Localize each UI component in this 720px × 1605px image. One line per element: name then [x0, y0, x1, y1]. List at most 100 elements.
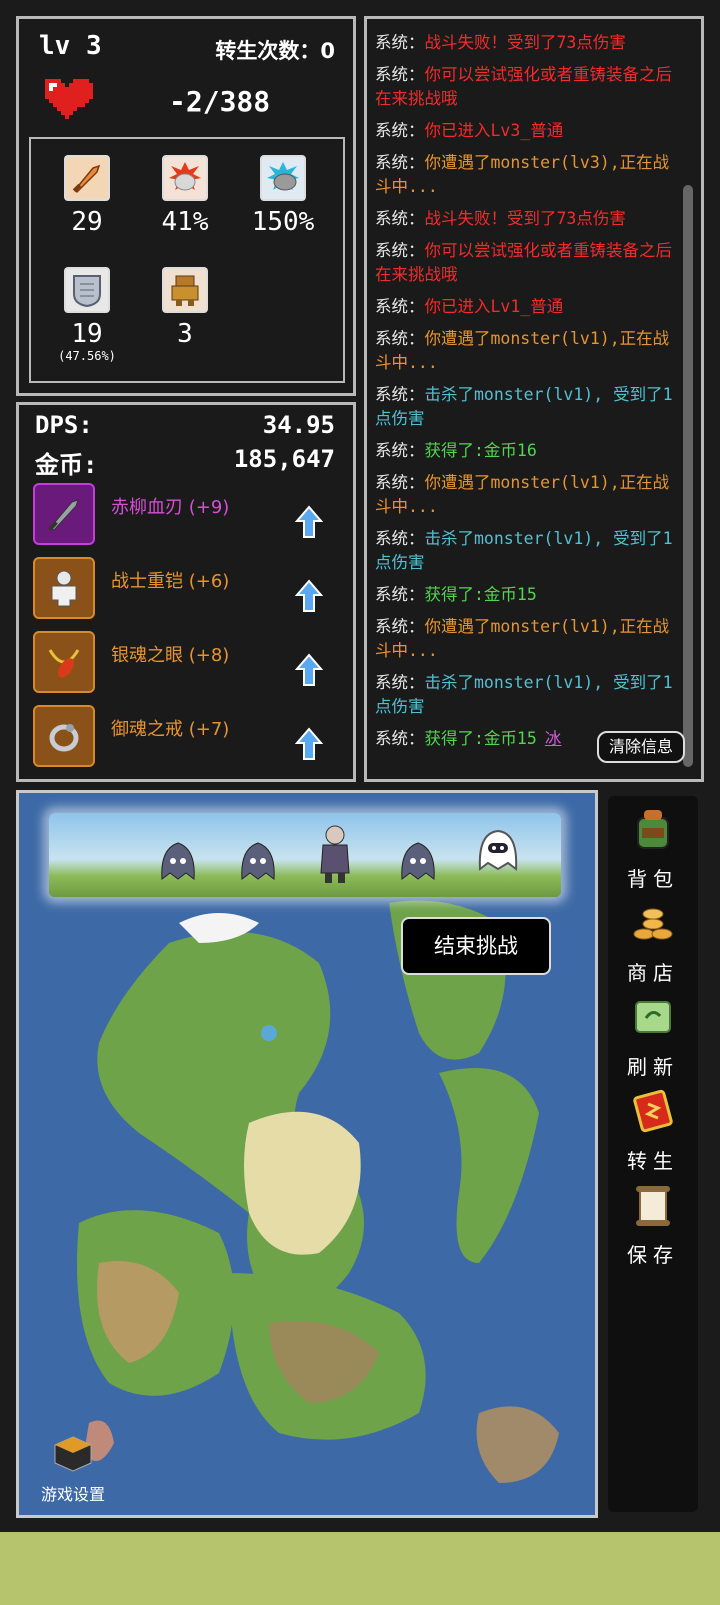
log-entry: 系统：获得了:金币16	[375, 439, 675, 463]
equip-name: 战士重铠 (+6)	[111, 571, 230, 592]
crit-damage-value: 150%	[251, 207, 315, 237]
log-prefix: 系统：	[375, 585, 425, 604]
end-challenge-button[interactable]: 结束挑战	[401, 917, 551, 975]
bottom-bar	[0, 1532, 720, 1605]
sidebar-item-label: 转生	[627, 1149, 679, 1173]
equip-row-weapon[interactable]: 赤柳血刃 (+9)	[33, 483, 343, 547]
sidebar-item-shop[interactable]: 商店	[608, 898, 698, 986]
hp-value: -2/388	[169, 85, 271, 118]
crit-damage-stat: 150%	[233, 155, 333, 237]
log-entry: 系统：击杀了monster(lv1), 受到了1点伤害	[375, 527, 675, 575]
amulet-icon	[33, 631, 95, 693]
upgrade-arrow-icon[interactable]	[295, 653, 323, 687]
log-prefix: 系统：	[375, 241, 425, 260]
dagger-icon	[33, 483, 95, 545]
game-settings-button[interactable]: 游戏设置	[33, 1435, 113, 1505]
log-list[interactable]: 系统：战斗失败！受到了73点伤害 系统：你可以尝试强化或者重铸装备之后在来挑战哦系…	[375, 31, 675, 759]
log-prefix: 系统：	[375, 385, 425, 404]
attack-stat: 29	[37, 155, 137, 237]
coins-shop-icon	[633, 908, 673, 940]
hero-character-icon	[320, 825, 350, 883]
log-entry: 系统：你可以尝试强化或者重铸装备之后在来挑战哦	[375, 239, 675, 287]
log-entry: 系统：击杀了monster(lv1), 受到了1点伤害	[375, 383, 675, 431]
dps-label: DPS:	[35, 411, 93, 439]
log-entry: 系统：你可以尝试强化或者重铸装备之后在来挑战哦	[375, 63, 675, 111]
sidebar-item-save[interactable]: 保存	[608, 1180, 698, 1268]
sidebar-item-backpack[interactable]: 背包	[608, 804, 698, 892]
log-entry: 系统：你已进入Lv1_普通	[375, 295, 675, 319]
golem-value: 3	[177, 319, 193, 349]
log-prefix: 系统：	[375, 617, 425, 636]
log-scrollbar[interactable]	[683, 185, 693, 767]
sidebar-menu: 背包 商店 刷新 转生 保存	[608, 796, 698, 1512]
sidebar-item-label: 刷新	[627, 1055, 679, 1079]
log-text: 你已进入Lv3_普通	[424, 121, 564, 140]
log-prefix: 系统：	[375, 673, 425, 692]
sidebar-item-label: 保存	[627, 1243, 679, 1267]
log-prefix: 系统：	[375, 441, 425, 460]
log-prefix: 系统：	[375, 473, 425, 492]
ghost-monster-icon	[241, 842, 275, 880]
white-ghost-icon	[478, 829, 518, 871]
crit-rate-value: 41%	[161, 207, 209, 237]
player-level: lv 3	[39, 31, 102, 61]
equip-row-ring[interactable]: 御魂之戒 (+7)	[33, 705, 343, 769]
attributes-box: 29 41% 150% 19 (47.56%) 3	[29, 137, 345, 383]
log-entry: 系统：战斗失败！受到了73点伤害	[375, 31, 675, 55]
log-text: 战斗失败！受到了73点伤害	[424, 209, 626, 228]
golem-icon	[162, 267, 208, 313]
clear-log-button[interactable]: 清除信息	[597, 731, 685, 763]
heart-icon	[45, 79, 93, 119]
sidebar-item-rebirth[interactable]: 转生	[608, 1086, 698, 1174]
dps-row: DPS: 34.95	[35, 411, 335, 439]
fist-crit-damage-icon	[260, 155, 306, 201]
game-settings-label: 游戏设置	[40, 1485, 105, 1504]
gold-value: 185,647	[233, 445, 335, 473]
sidebar-item-refresh[interactable]: 刷新	[608, 992, 698, 1080]
log-text: 获得了:金币15	[424, 585, 537, 604]
golem-stat: 3	[135, 267, 235, 349]
log-entry: 系统：你遭遇了monster(lv1),正在战斗中...	[375, 327, 675, 375]
upgrade-arrow-icon[interactable]	[295, 727, 323, 761]
ghost-monster-icon	[401, 842, 435, 880]
log-entry: 系统：获得了:金币15	[375, 583, 675, 607]
log-entry: 系统：你已进入Lv3_普通	[375, 119, 675, 143]
upgrade-arrow-icon[interactable]	[295, 579, 323, 613]
log-prefix: 系统：	[375, 297, 425, 316]
log-entry: 系统：击杀了monster(lv1), 受到了1点伤害	[375, 671, 675, 719]
equip-name: 赤柳血刃 (+9)	[111, 497, 230, 518]
sidebar-item-label: 背包	[627, 867, 679, 891]
log-text: 你已进入Lv1_普通	[424, 297, 564, 316]
defense-stat: 19 (47.56%)	[37, 267, 137, 363]
map-terrain	[19, 793, 595, 1515]
world-map[interactable]: 结束挑战 游戏设置	[16, 790, 598, 1518]
log-prefix: 系统：	[375, 153, 425, 172]
log-prefix: 系统：	[375, 329, 425, 348]
system-log-panel[interactable]: 系统：战斗失败！受到了73点伤害 系统：你可以尝试强化或者重铸装备之后在来挑战哦系…	[364, 16, 704, 782]
upgrade-arrow-icon[interactable]	[295, 505, 323, 539]
ghost-monster-icon	[161, 842, 195, 880]
log-text: 获得了:金币15	[424, 729, 537, 748]
battle-strip	[49, 813, 561, 897]
equip-row-amulet[interactable]: 银魂之眼 (+8)	[33, 631, 343, 695]
backpack-icon	[637, 810, 669, 849]
fist-crit-icon	[162, 155, 208, 201]
log-prefix: 系统：	[375, 121, 425, 140]
sword-icon	[64, 155, 110, 201]
log-prefix: 系统：	[375, 33, 425, 52]
log-prefix: 系统：	[375, 729, 425, 748]
settings-box-icon	[54, 1436, 92, 1472]
equipment-panel: DPS: 34.95 金币: 185,647 赤柳血刃 (+9) 战士重铠 (+…	[16, 402, 356, 782]
defense-percent: (47.56%)	[58, 349, 116, 363]
gold-label: 金币:	[35, 451, 98, 479]
log-item-link[interactable]: 冰	[545, 729, 562, 748]
equip-name: 御魂之戒 (+7)	[111, 719, 230, 740]
equip-row-armor[interactable]: 战士重铠 (+6)	[33, 557, 343, 621]
ring-icon	[33, 705, 95, 767]
log-prefix: 系统：	[375, 209, 425, 228]
gold-row: 金币: 185,647	[35, 445, 335, 480]
log-prefix: 系统：	[375, 65, 425, 84]
attack-value: 29	[71, 207, 103, 237]
save-scroll-icon	[636, 1186, 670, 1226]
armor-icon	[33, 557, 95, 619]
